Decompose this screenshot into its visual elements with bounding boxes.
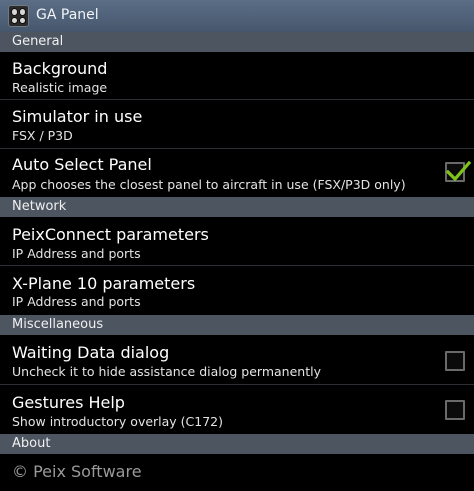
- pref-summary: Realistic image: [12, 80, 108, 95]
- checkmark-icon: [445, 160, 471, 182]
- section-label: General: [12, 34, 64, 49]
- pref-gestures-help[interactable]: Gestures Help Show introductory overlay …: [0, 385, 474, 434]
- section-header-network: Network: [0, 197, 474, 217]
- pref-title: Auto Select Panel: [12, 155, 152, 174]
- waiting-dialog-checkbox[interactable]: [445, 351, 465, 371]
- section-label: About: [12, 436, 51, 451]
- section-label: Miscellaneous: [12, 317, 104, 332]
- section-header-general: General: [0, 32, 474, 52]
- pref-summary: App chooses the closest panel to aircraf…: [12, 177, 406, 192]
- pref-peixconnect[interactable]: PeixConnect parameters IP Address and po…: [0, 217, 474, 265]
- pref-title: X-Plane 10 parameters: [12, 274, 196, 293]
- pref-xplane[interactable]: X-Plane 10 parameters IP Address and por…: [0, 266, 474, 315]
- pref-title: Background: [12, 59, 108, 78]
- pref-summary: IP Address and ports: [12, 294, 141, 309]
- pref-auto-select-panel[interactable]: Auto Select Panel App chooses the closes…: [0, 149, 474, 197]
- pref-waiting-data-dialog[interactable]: Waiting Data dialog Uncheck it to hide a…: [0, 335, 474, 384]
- section-header-about: About: [0, 434, 474, 454]
- pref-title: Waiting Data dialog: [12, 343, 170, 362]
- pref-summary: FSX / P3D: [12, 128, 73, 143]
- pref-title: PeixConnect parameters: [12, 225, 209, 244]
- section-header-miscellaneous: Miscellaneous: [0, 315, 474, 335]
- gestures-help-checkbox[interactable]: [445, 400, 465, 420]
- pref-summary: Uncheck it to hide assistance dialog per…: [12, 364, 321, 379]
- action-bar: GA Panel: [0, 0, 474, 32]
- auto-select-checkbox[interactable]: [445, 160, 471, 182]
- pref-title: Gestures Help: [12, 393, 125, 412]
- section-label: Network: [12, 199, 67, 214]
- app-gauges-icon[interactable]: [8, 5, 29, 27]
- app-title: GA Panel: [36, 7, 99, 23]
- copyright-text: © Peix Software: [12, 462, 142, 481]
- pref-summary: IP Address and ports: [12, 246, 141, 261]
- pref-simulator[interactable]: Simulator in use FSX / P3D: [0, 100, 474, 148]
- pref-summary: Show introductory overlay (C172): [12, 414, 224, 429]
- pref-background[interactable]: Background Realistic image: [0, 52, 474, 100]
- pref-title: Simulator in use: [12, 107, 143, 126]
